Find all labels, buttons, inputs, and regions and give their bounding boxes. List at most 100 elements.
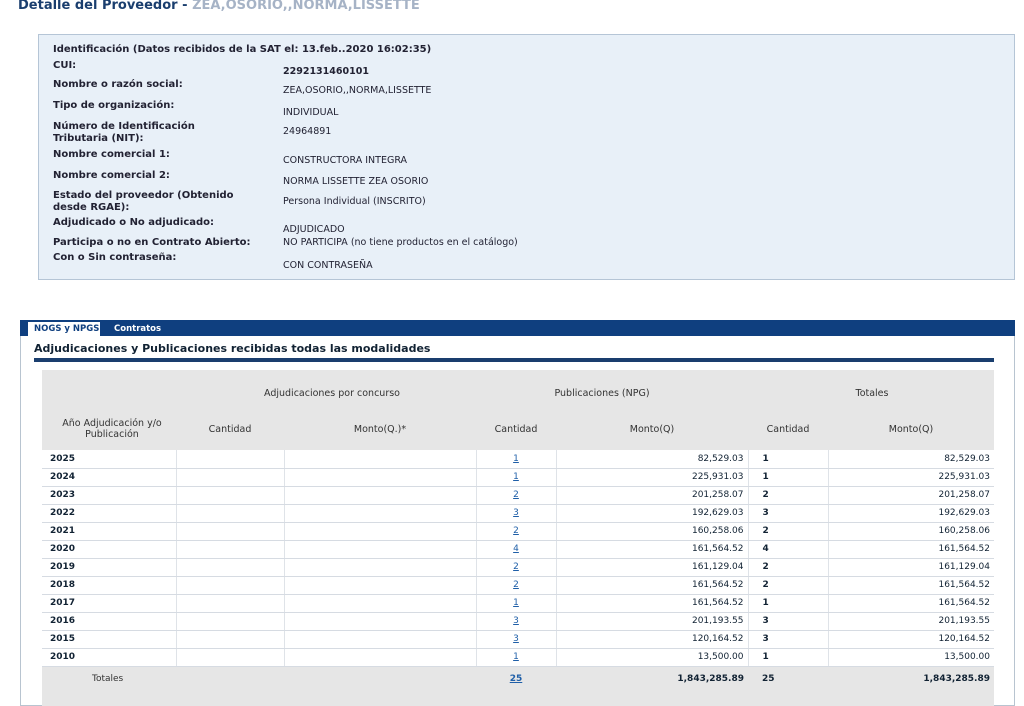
adj-monto-cell xyxy=(283,630,476,649)
pub-monto-cell: 82,529.03 xyxy=(555,450,748,469)
nombre-comercial-2-value: NORMA LISSETTE ZEA OSORIO xyxy=(283,176,429,187)
pub-monto-cell: 201,258.07 xyxy=(555,486,748,505)
col-header-adj-cantidad: Cantidad xyxy=(208,424,252,435)
pub-monto-cell: 161,564.52 xyxy=(555,594,748,613)
nombre-comercial-1-value: CONSTRUCTORA INTEGRA xyxy=(283,155,408,166)
section-divider xyxy=(34,358,994,362)
pub-monto-cell: 225,931.03 xyxy=(555,468,748,487)
adj-monto-cell xyxy=(283,468,476,487)
pub-monto-cell: 201,193.55 xyxy=(555,612,748,631)
nit-value: 24964891 xyxy=(283,126,332,137)
nombre-comercial-2-label: Nombre comercial 2: xyxy=(53,170,170,181)
page-title-text: Detalle del Proveedor xyxy=(18,0,178,13)
npg-count-link[interactable]: 1 xyxy=(513,652,519,662)
col-header-year: Año Adjudicación y/o Publicación xyxy=(62,418,162,440)
cui-value: 2292131460101 xyxy=(283,66,369,77)
col-header-adj-monto: Monto(Q.)* xyxy=(353,424,407,435)
col-header-pub-cantidad: Cantidad xyxy=(494,424,538,435)
totals-adj-cantidad xyxy=(176,666,284,692)
estado-proveedor-value: Persona Individual (INSCRITO) xyxy=(283,196,426,207)
table-row: 2022 3 192,629.03 3 192,629.03 xyxy=(42,504,994,523)
adj-monto-cell xyxy=(283,450,476,469)
adj-monto-cell xyxy=(283,612,476,631)
npg-count-link[interactable]: 3 xyxy=(513,634,519,644)
year-cell: 2016 xyxy=(42,612,176,631)
page-title: Detalle del Proveedor - ZEA,OSORIO,,NORM… xyxy=(18,0,420,13)
pub-cantidad-cell: 2 xyxy=(475,576,556,595)
adj-cantidad-cell xyxy=(175,504,284,523)
year-cell: 2025 xyxy=(42,450,176,469)
adj-cantidad-cell xyxy=(175,576,284,595)
tot-cantidad-cell: 2 xyxy=(747,522,828,541)
table-row: 2019 2 161,129.04 2 161,129.04 xyxy=(42,558,994,577)
contrato-abierto-value: NO PARTICIPA (no tiene productos en el c… xyxy=(283,237,518,248)
npg-count-link[interactable]: 3 xyxy=(513,616,519,626)
nombre-comercial-1-label: Nombre comercial 1: xyxy=(53,149,170,160)
tot-monto-cell: 161,564.52 xyxy=(827,540,994,559)
adj-monto-cell xyxy=(283,558,476,577)
tot-monto-cell: 82,529.03 xyxy=(827,450,994,469)
adj-cantidad-cell xyxy=(175,612,284,631)
year-cell: 2023 xyxy=(42,486,176,505)
npg-count-link[interactable]: 2 xyxy=(513,526,519,536)
tipo-organizacion-label: Tipo de organización: xyxy=(53,100,175,111)
adj-cantidad-cell xyxy=(175,450,284,469)
year-cell: 2017 xyxy=(42,594,176,613)
adj-cantidad-cell xyxy=(175,486,284,505)
adj-cantidad-cell xyxy=(175,468,284,487)
awards-table: 2025 1 82,529.03 1 82,529.03 2024 1 225,931.03 1… xyxy=(42,450,994,692)
pub-monto-cell: 160,258.06 xyxy=(555,522,748,541)
pub-cantidad-cell: 4 xyxy=(475,540,556,559)
npg-count-link[interactable]: 2 xyxy=(513,562,519,572)
tot-monto-cell: 201,258.07 xyxy=(827,486,994,505)
group-header-totales: Totales xyxy=(855,388,889,399)
table-row: 2021 2 160,258.06 2 160,258.06 xyxy=(42,522,994,541)
tab-contratos[interactable]: Contratos xyxy=(108,322,167,336)
tot-monto-cell: 13,500.00 xyxy=(827,648,994,667)
pub-cantidad-cell: 3 xyxy=(475,612,556,631)
contrasena-label: Con o Sin contraseña: xyxy=(53,252,177,263)
npg-count-link[interactable]: 4 xyxy=(513,544,519,554)
contrato-abierto-label: Participa o no en Contrato Abierto: xyxy=(53,237,251,248)
tipo-organizacion-value: INDIVIDUAL xyxy=(283,107,339,118)
table-row: 2023 2 201,258.07 2 201,258.07 xyxy=(42,486,994,505)
tot-cantidad-cell: 3 xyxy=(747,630,828,649)
year-cell: 2022 xyxy=(42,504,176,523)
npg-count-link[interactable]: 1 xyxy=(513,472,519,482)
adj-monto-cell xyxy=(283,540,476,559)
tab-nogs-npgs[interactable]: NOGS y NPGS xyxy=(28,322,100,336)
adj-monto-cell xyxy=(283,504,476,523)
table-row: 2020 4 161,564.52 4 161,564.52 xyxy=(42,540,994,559)
tot-cantidad-cell: 4 xyxy=(747,540,828,559)
total-npg-link[interactable]: 25 xyxy=(510,674,523,684)
npg-count-link[interactable]: 2 xyxy=(513,490,519,500)
npg-count-link[interactable]: 3 xyxy=(513,508,519,518)
col-header-tot-monto: Monto(Q) xyxy=(888,424,934,435)
adj-monto-cell xyxy=(283,576,476,595)
table-row: 2018 2 161,564.52 2 161,564.52 xyxy=(42,576,994,595)
tot-cantidad-cell: 1 xyxy=(747,468,828,487)
year-cell: 2019 xyxy=(42,558,176,577)
npg-count-link[interactable]: 1 xyxy=(513,454,519,464)
pub-cantidad-cell: 3 xyxy=(475,504,556,523)
razon-social-label: Nombre o razón social: xyxy=(53,79,183,90)
pub-cantidad-cell: 2 xyxy=(475,558,556,577)
estado-proveedor-label: Estado del proveedor (Obtenido desde RGA… xyxy=(53,190,234,213)
pub-monto-cell: 13,500.00 xyxy=(555,648,748,667)
totals-pub-monto: 1,843,285.89 xyxy=(556,666,748,692)
pub-monto-cell: 161,564.52 xyxy=(555,540,748,559)
pub-cantidad-cell: 1 xyxy=(475,594,556,613)
adjudicado-value: ADJUDICADO xyxy=(283,224,345,235)
pub-monto-cell: 161,564.52 xyxy=(555,576,748,595)
npg-count-link[interactable]: 1 xyxy=(513,598,519,608)
col-header-tot-cantidad: Cantidad xyxy=(766,424,810,435)
npg-count-link[interactable]: 2 xyxy=(513,580,519,590)
pub-cantidad-cell: 2 xyxy=(475,486,556,505)
adj-cantidad-cell xyxy=(175,594,284,613)
tot-monto-cell: 192,629.03 xyxy=(827,504,994,523)
tot-cantidad-cell: 2 xyxy=(747,576,828,595)
year-cell: 2021 xyxy=(42,522,176,541)
pub-cantidad-cell: 2 xyxy=(475,522,556,541)
col-header-pub-monto: Monto(Q) xyxy=(629,424,675,435)
adj-monto-cell xyxy=(283,594,476,613)
